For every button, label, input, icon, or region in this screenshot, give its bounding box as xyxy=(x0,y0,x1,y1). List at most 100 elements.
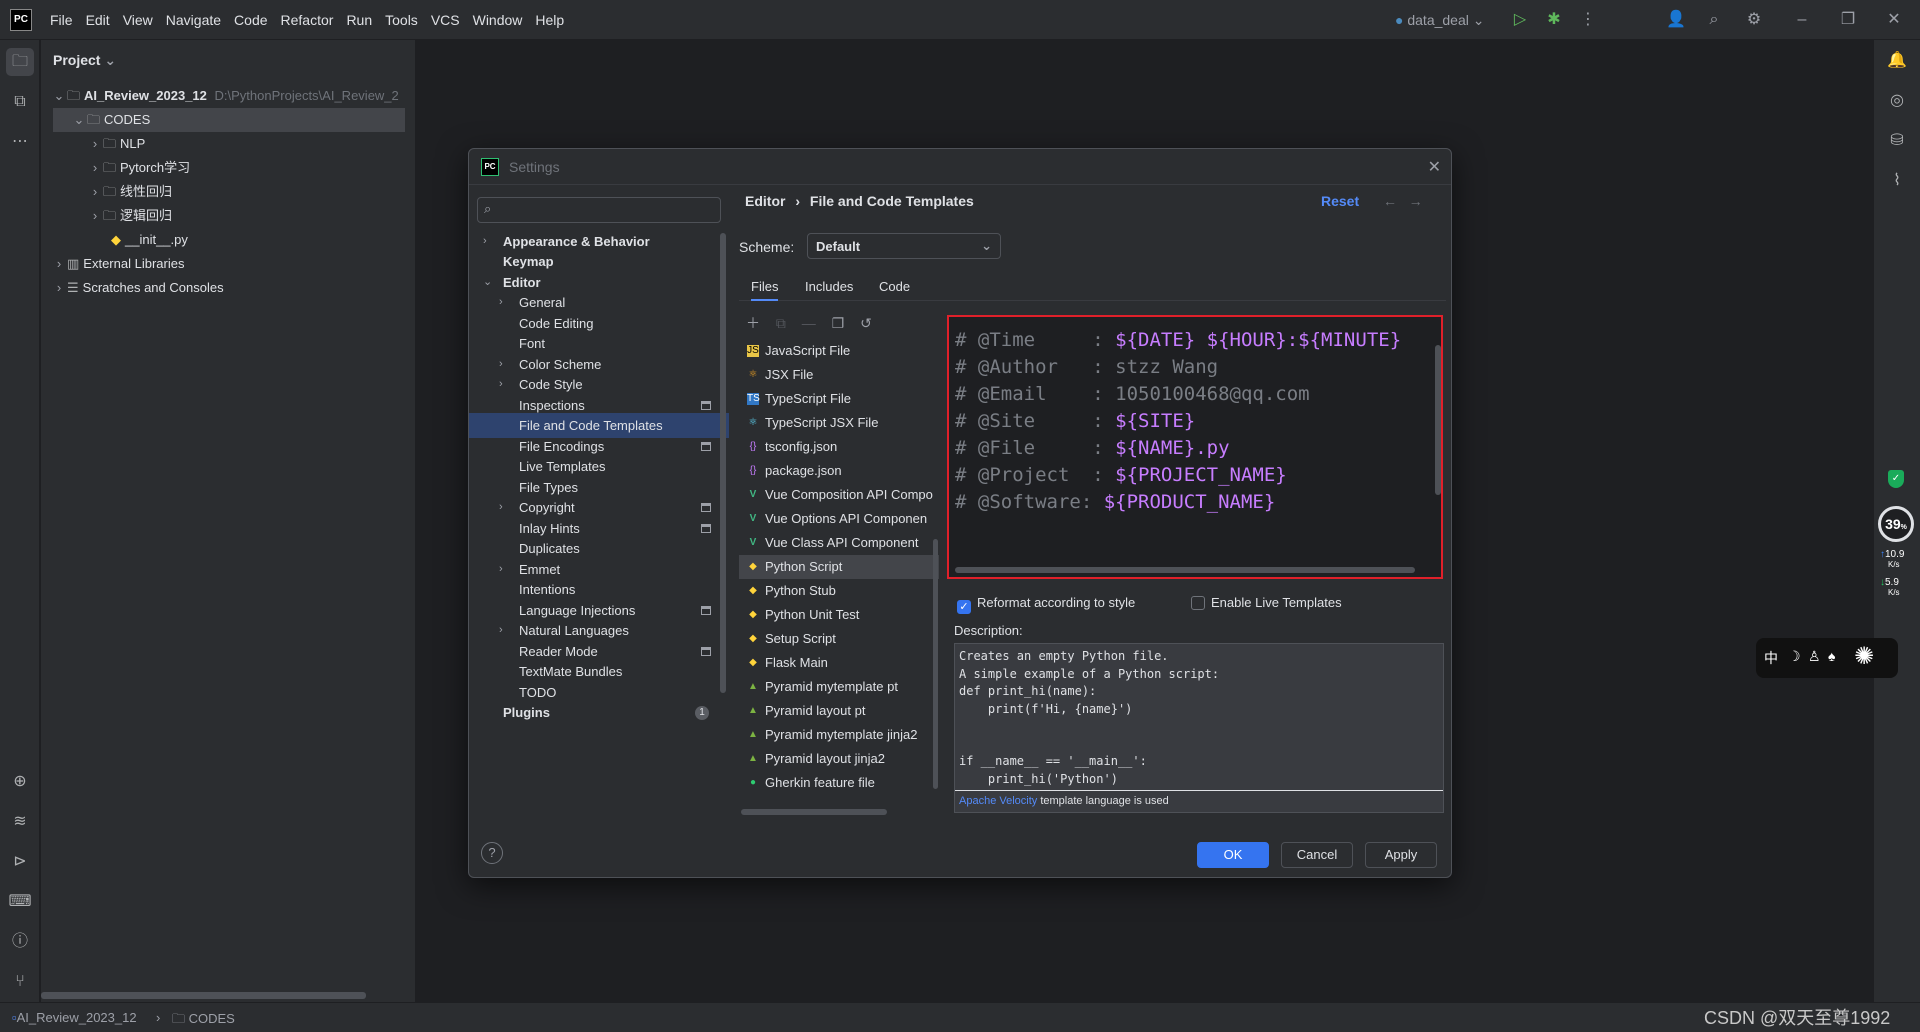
run-icon[interactable]: ▷ xyxy=(1510,10,1530,30)
list-item[interactable]: {} package.json xyxy=(739,459,939,483)
menu-view[interactable]: View xyxy=(123,12,153,28)
tree-row-root[interactable]: ⌄ 🗀 AI_Review_2023_12 D:\PythonProjects\AI… xyxy=(51,84,399,108)
ai-assistant-icon[interactable]: ◎ xyxy=(1884,88,1910,114)
menu-code[interactable]: Code xyxy=(234,12,267,28)
help-button[interactable]: ? xyxy=(481,842,503,864)
project-horizontal-scrollbar[interactable] xyxy=(41,992,366,999)
problems-icon[interactable]: ⓘ xyxy=(6,928,34,956)
database-icon[interactable]: ⛁ xyxy=(1884,128,1910,154)
tab-files[interactable]: Files xyxy=(751,279,779,301)
apply-button[interactable]: Apply xyxy=(1365,842,1437,868)
scheme-dropdown[interactable]: Default ⌄ xyxy=(807,233,1001,259)
menu-refactor[interactable]: Refactor xyxy=(281,12,334,28)
structure-icon[interactable]: ⧉ xyxy=(6,88,34,116)
ok-button[interactable]: OK xyxy=(1197,842,1269,868)
layers-icon[interactable]: ≋ xyxy=(6,808,34,836)
list-item[interactable]: ● Gherkin feature file xyxy=(739,771,939,795)
list-item[interactable]: ◆ Python Stub xyxy=(739,579,939,603)
tab-code[interactable]: Code xyxy=(879,279,910,294)
tree-row-init-file[interactable]: ◆ __init__.py xyxy=(111,228,188,252)
list-item[interactable]: ◆ Flask Main xyxy=(739,651,939,675)
git-icon[interactable]: ⑂ xyxy=(6,968,34,996)
python-console-icon[interactable]: ⊕ xyxy=(6,768,34,796)
close-icon[interactable]: ✕ xyxy=(1428,157,1441,177)
settings-tree-scrollbar[interactable] xyxy=(720,233,726,693)
menu-tools[interactable]: Tools xyxy=(385,12,418,28)
folder-name: Pytorch学习 xyxy=(120,160,191,175)
list-item[interactable]: ▲ Pyramid mytemplate jinja2 xyxy=(739,723,939,747)
back-arrow-icon[interactable]: ← xyxy=(1383,193,1397,209)
more-options-icon[interactable]: ⋮ xyxy=(1578,10,1598,30)
settings-search-input[interactable]: ⌕ xyxy=(477,197,721,223)
list-item[interactable]: {} tsconfig.json xyxy=(739,435,939,459)
reset-icon[interactable]: ↺ xyxy=(860,315,872,331)
run-configuration-selector[interactable]: ● data_deal ⌄ xyxy=(1395,12,1485,29)
cancel-button[interactable]: Cancel xyxy=(1281,842,1353,868)
list-item[interactable]: ⚛ JSX File xyxy=(739,363,939,387)
tree-row-logistic-regression[interactable]: › 🗀 逻辑回归 xyxy=(87,204,172,228)
add-icon[interactable]: ＋ xyxy=(746,315,760,331)
sciview-icon[interactable]: ⌇ xyxy=(1884,168,1910,194)
list-item[interactable]: JS JavaScript File xyxy=(739,339,939,363)
restore-icon[interactable]: ❐ xyxy=(1838,10,1858,30)
tree-row-nlp[interactable]: › 🗀 NLP xyxy=(87,132,145,156)
list-item[interactable]: TS TypeScript File xyxy=(739,387,939,411)
add-user-icon[interactable]: 👤 xyxy=(1666,10,1686,30)
list-item[interactable]: V Vue Options API Componen xyxy=(739,507,939,531)
tree-row-linear-regression[interactable]: › 🗀 线性回归 xyxy=(87,180,172,204)
breadcrumb-project[interactable]: ▫AI_Review_2023_12 xyxy=(12,1010,137,1025)
list-item[interactable]: ⚛ TypeScript JSX File xyxy=(739,411,939,435)
project-panel-title[interactable]: Project ⌄ xyxy=(53,52,116,69)
menu-help[interactable]: Help xyxy=(535,12,564,28)
tree-row-codes[interactable]: ⌄ 🗀 CODES xyxy=(53,108,405,132)
tree-row-external-libraries[interactable]: › ▥ External Libraries xyxy=(51,252,185,276)
list-item[interactable]: V Vue Class API Component xyxy=(739,531,939,555)
file-list-horizontal-scrollbar[interactable] xyxy=(741,809,887,815)
copy-icon[interactable]: ❐ xyxy=(832,315,845,331)
remove-icon[interactable]: — xyxy=(802,315,816,331)
close-window-icon[interactable]: ✕ xyxy=(1884,10,1904,30)
create-child-icon[interactable]: ⧉ xyxy=(776,315,786,331)
notifications-icon[interactable]: 🔔 xyxy=(1884,48,1910,74)
list-item[interactable]: ▲ Pyramid layout jinja2 xyxy=(739,747,939,771)
reset-link[interactable]: Reset xyxy=(1321,193,1359,209)
menu-navigate[interactable]: Navigate xyxy=(166,12,221,28)
list-item[interactable]: ◆ Python Unit Test xyxy=(739,603,939,627)
debug-icon[interactable]: ✱ xyxy=(1544,10,1564,30)
menu-file[interactable]: File xyxy=(50,12,73,28)
list-item[interactable]: ▲ Pyramid mytemplate pt xyxy=(739,675,939,699)
forward-arrow-icon[interactable]: → xyxy=(1409,193,1423,209)
menu-vcs[interactable]: VCS xyxy=(431,12,460,28)
list-item[interactable]: ▲ Pyramid layout pt xyxy=(739,699,939,723)
file-list-vertical-scrollbar[interactable] xyxy=(933,539,938,789)
moon-icon[interactable]: ☽ xyxy=(1788,648,1801,665)
project-folder-icon[interactable]: 🗀 xyxy=(6,48,34,76)
tree-row-scratches[interactable]: › ☰ Scratches and Consoles xyxy=(51,276,224,300)
menu-run[interactable]: Run xyxy=(346,12,372,28)
shirt-icon[interactable]: ♠ xyxy=(1828,648,1835,664)
person-icon[interactable]: ♙ xyxy=(1808,648,1821,665)
menu-edit[interactable]: Edit xyxy=(86,12,110,28)
services-icon[interactable]: ⊳ xyxy=(6,848,34,876)
swirl-logo-icon[interactable]: ✺ xyxy=(1854,642,1874,671)
code-horizontal-scrollbar[interactable] xyxy=(955,567,1415,573)
ime-lang-toggle[interactable]: 中 xyxy=(1764,648,1778,668)
search-icon[interactable]: ⌕ xyxy=(1704,10,1724,30)
breadcrumb-folder[interactable]: 🗀 CODES xyxy=(172,1010,235,1032)
more-tools-icon[interactable]: ⋯ xyxy=(6,128,34,156)
tree-row-pytorch[interactable]: › 🗀 Pytorch学习 xyxy=(87,156,190,180)
list-item[interactable]: V Vue Composition API Compo xyxy=(739,483,939,507)
reformat-checkbox[interactable]: ✓ Reformat according to style xyxy=(957,595,1135,614)
apache-velocity-link[interactable]: Apache Velocity xyxy=(959,795,1037,807)
tree-item-plugins[interactable]: Plugins 1 xyxy=(469,700,729,725)
live-templates-checkbox[interactable]: Enable Live Templates xyxy=(1191,595,1342,610)
template-code-editor[interactable]: # @Time : ${DATE} ${HOUR}:${MINUTE} # @A… xyxy=(947,315,1443,579)
list-item[interactable]: ◆ Setup Script xyxy=(739,627,939,651)
terminal-icon[interactable]: ⌨ xyxy=(6,888,34,916)
settings-gear-icon[interactable]: ⚙ xyxy=(1744,10,1764,30)
code-vertical-scrollbar[interactable] xyxy=(1435,345,1441,495)
menu-window[interactable]: Window xyxy=(473,12,523,28)
tab-includes[interactable]: Includes xyxy=(805,279,853,294)
minimize-icon[interactable]: – xyxy=(1792,10,1812,30)
list-item[interactable]: ◆ Python Script xyxy=(739,555,939,579)
